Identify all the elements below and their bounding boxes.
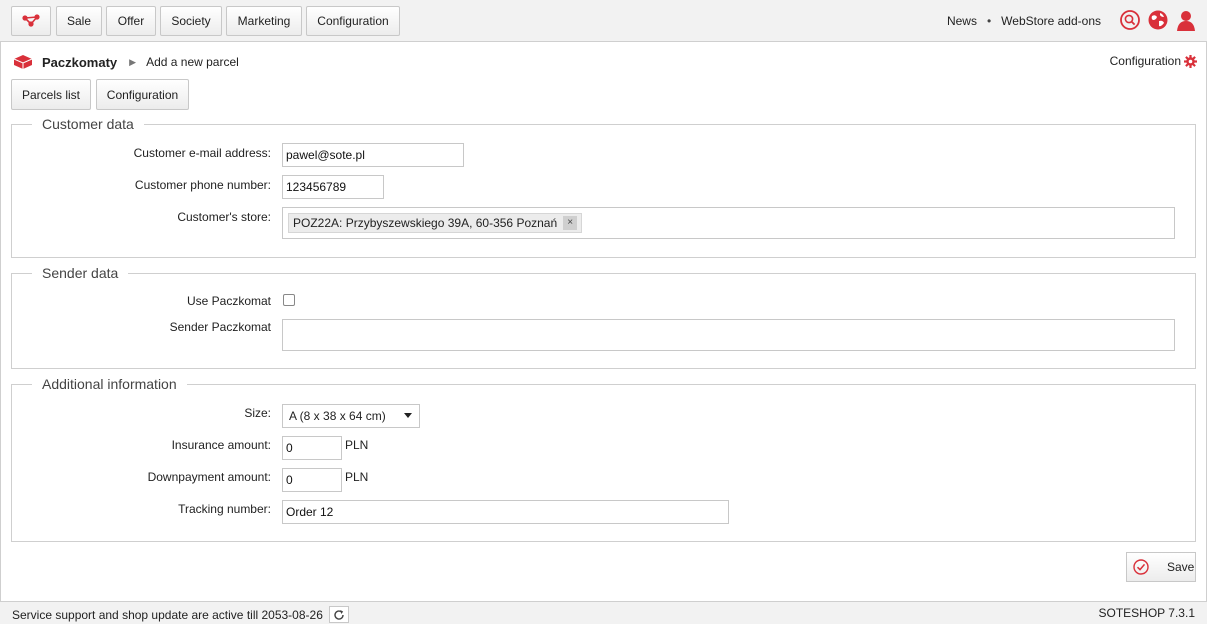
configuration-label: Configuration xyxy=(1109,54,1181,68)
logo-icon xyxy=(22,14,40,27)
size-label: Size: xyxy=(244,406,271,420)
module-title[interactable]: Paczkomaty xyxy=(42,55,117,70)
customer-data-legend: Customer data xyxy=(32,116,144,132)
module-configuration-link[interactable]: Configuration xyxy=(1110,54,1197,68)
phone-label: Customer phone number: xyxy=(134,178,271,192)
save-button[interactable]: Save xyxy=(1126,552,1196,582)
use-paczkomat-label: Use Paczkomat xyxy=(186,294,271,308)
search-icon[interactable] xyxy=(1119,9,1141,31)
chevron-down-icon xyxy=(404,413,412,418)
nav-sale[interactable]: Sale xyxy=(56,6,102,36)
nav-society[interactable]: Society xyxy=(160,6,222,36)
sender-paczkomat-label: Sender Paczkomat xyxy=(169,320,271,334)
top-links: News • WebStore add-ons xyxy=(947,14,1101,28)
additional-info-legend: Additional information xyxy=(32,376,187,392)
nav-offer[interactable]: Offer xyxy=(106,6,156,36)
downpayment-label: Downpayment amount: xyxy=(147,470,271,484)
save-label: Save xyxy=(1167,560,1195,574)
email-label: Customer e-mail address: xyxy=(133,146,271,160)
phone-field[interactable] xyxy=(282,175,384,199)
breadcrumb: Paczkomaty ▶ Add a new parcel xyxy=(12,52,239,72)
additional-info-fieldset: Additional information Size: A (8 x 38 x… xyxy=(11,376,1196,542)
email-field[interactable] xyxy=(282,143,464,167)
tracking-field[interactable] xyxy=(282,500,729,524)
check-circle-icon xyxy=(1133,559,1149,575)
sender-data-fieldset: Sender data Use Paczkomat Sender Paczkom… xyxy=(11,265,1196,369)
downpayment-currency: PLN xyxy=(345,470,369,484)
home-logo-button[interactable] xyxy=(11,6,51,36)
refresh-button[interactable] xyxy=(328,606,349,623)
sender-paczkomat-select[interactable] xyxy=(282,319,1175,351)
support-text: Service support and shop update are acti… xyxy=(12,607,323,622)
store-tag-label: POZ22A: Przybyszewskiego 39A, 60-356 Poz… xyxy=(293,216,558,230)
support-status: Service support and shop update are acti… xyxy=(12,606,349,623)
news-link[interactable]: News xyxy=(947,14,977,28)
globe-icon[interactable] xyxy=(1147,9,1169,31)
insurance-field[interactable] xyxy=(282,436,342,460)
tab-configuration[interactable]: Configuration xyxy=(96,79,189,110)
store-select[interactable]: POZ22A: Przybyszewskiego 39A, 60-356 Poz… xyxy=(282,207,1175,239)
sender-data-legend: Sender data xyxy=(32,265,129,281)
tracking-label: Tracking number: xyxy=(178,502,271,516)
user-icon[interactable] xyxy=(1175,9,1197,31)
top-icons xyxy=(1119,9,1197,31)
refresh-icon xyxy=(334,609,344,620)
separator: • xyxy=(986,14,992,28)
top-bar: Sale Offer Society Marketing Configurati… xyxy=(0,0,1207,42)
store-label: Customer's store: xyxy=(177,210,271,224)
version-label: SOTESHOP 7.3.1 xyxy=(1098,606,1196,620)
nav-marketing[interactable]: Marketing xyxy=(226,6,302,36)
tab-parcels-list[interactable]: Parcels list xyxy=(11,79,91,110)
insurance-currency: PLN xyxy=(345,438,369,452)
insurance-label: Insurance amount: xyxy=(171,438,271,452)
use-paczkomat-checkbox[interactable] xyxy=(283,294,295,306)
store-tag: POZ22A: Przybyszewskiego 39A, 60-356 Poz… xyxy=(288,213,583,233)
paczkomaty-logo-icon xyxy=(13,55,33,69)
breadcrumb-arrow-icon: ▶ xyxy=(129,56,137,67)
customer-data-fieldset: Customer data Customer e-mail address: C… xyxy=(11,116,1196,258)
remove-tag-icon[interactable]: × xyxy=(563,216,578,230)
gear-icon xyxy=(1184,54,1197,68)
nav-configuration[interactable]: Configuration xyxy=(306,6,400,36)
page-title: Add a new parcel xyxy=(146,55,239,69)
size-value: A (8 x 38 x 64 cm) xyxy=(289,409,386,423)
downpayment-field[interactable] xyxy=(282,468,342,492)
size-select[interactable]: A (8 x 38 x 64 cm) xyxy=(282,404,420,428)
webstore-addons-link[interactable]: WebStore add-ons xyxy=(1001,14,1101,28)
status-bar: Service support and shop update are acti… xyxy=(0,601,1207,624)
